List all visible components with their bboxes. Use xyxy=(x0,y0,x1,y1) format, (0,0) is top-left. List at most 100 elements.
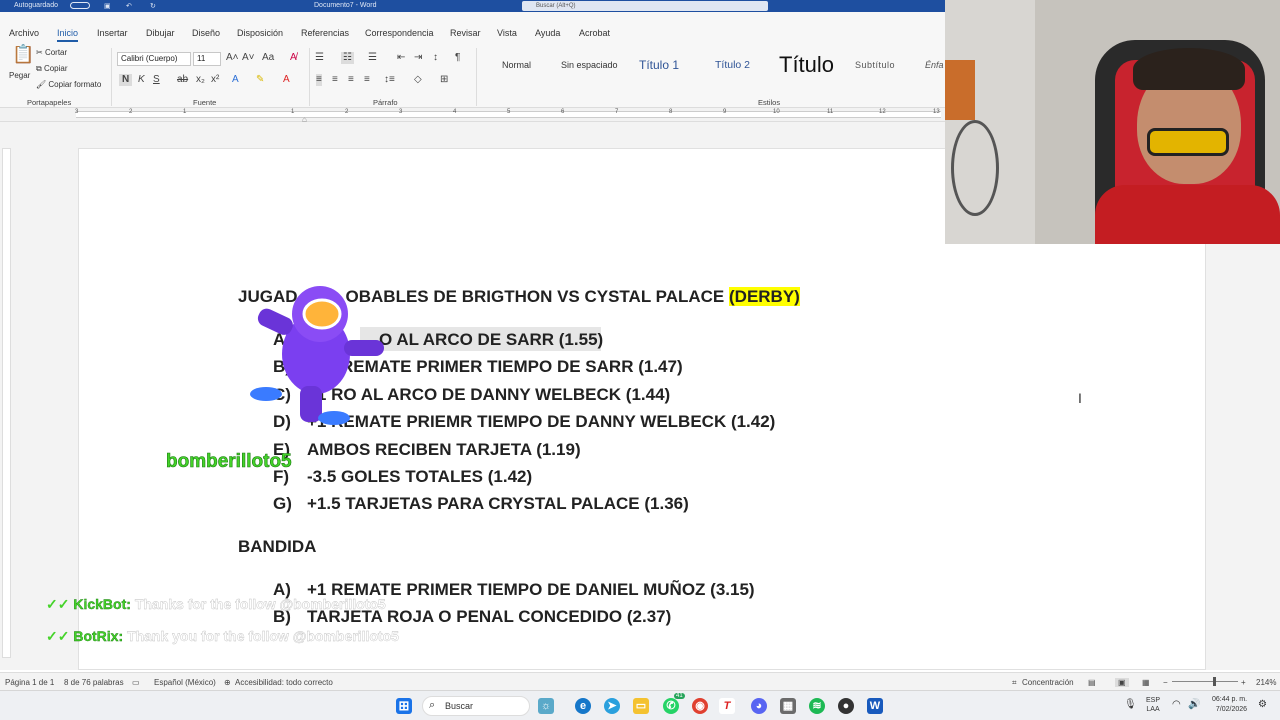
taskbar-search-input[interactable]: ⌕ Buscar xyxy=(422,696,530,716)
discord-icon[interactable]: ◕ xyxy=(751,698,767,714)
obs-icon[interactable]: ● xyxy=(838,698,854,714)
font-color-icon[interactable]: A xyxy=(283,74,290,86)
highlight-icon[interactable]: ✎ xyxy=(256,74,264,86)
paste-button[interactable]: Pegar xyxy=(9,71,30,80)
save-icon[interactable]: ▣ xyxy=(104,2,111,10)
calculator-icon[interactable]: ▦ xyxy=(780,698,796,714)
tab-referencias[interactable]: Referencias xyxy=(301,28,349,38)
tab-correspondencia[interactable]: Correspondencia xyxy=(365,28,434,38)
paste-icon[interactable]: 📋 xyxy=(12,45,34,63)
text-effects-icon[interactable]: A xyxy=(232,74,239,86)
tab-vista[interactable]: Vista xyxy=(497,28,517,38)
whatsapp-icon[interactable]: ✆ xyxy=(663,698,679,714)
bullets-icon[interactable]: ☰ xyxy=(315,52,324,64)
align-right-icon[interactable]: ≡ xyxy=(348,74,354,86)
subscript-icon[interactable]: x₂ xyxy=(196,74,205,86)
align-center-icon[interactable]: ≡ xyxy=(332,74,338,86)
format-painter-button[interactable]: 🖌 Copiar formato xyxy=(36,80,101,89)
chrome-icon[interactable]: ◉ xyxy=(692,698,708,714)
proofing-icon[interactable]: ▭ xyxy=(132,678,140,687)
focus-mode-button[interactable]: Concentración xyxy=(1022,678,1074,687)
font-size-select[interactable]: 11 xyxy=(193,52,221,66)
windows-start-icon[interactable]: ⊞ xyxy=(396,698,412,714)
tab-insertar[interactable]: Insertar xyxy=(97,28,128,38)
tab-revisar[interactable]: Revisar xyxy=(450,28,481,38)
line-spacing-icon[interactable]: ↕≡ xyxy=(384,74,395,86)
style-sin-espaciado[interactable]: Sin espaciado xyxy=(561,60,618,70)
multilevel-list-icon[interactable]: ☰ xyxy=(368,52,377,64)
style-titulo-1[interactable]: Título 1 xyxy=(639,58,679,72)
spotify-icon[interactable]: ≋ xyxy=(809,698,825,714)
tab-acrobat[interactable]: Acrobat xyxy=(579,28,610,38)
tab-ayuda[interactable]: Ayuda xyxy=(535,28,560,38)
typora-icon[interactable]: T xyxy=(719,698,735,714)
superscript-icon[interactable]: x² xyxy=(211,74,219,86)
web-layout-icon[interactable]: ▦ xyxy=(1142,678,1150,687)
change-case-icon[interactable]: Aa xyxy=(262,52,274,64)
zoom-in-icon[interactable]: + xyxy=(1241,678,1246,687)
word-count[interactable]: 8 de 76 palabras xyxy=(64,678,124,687)
edge-icon[interactable]: e xyxy=(575,698,591,714)
volume-icon[interactable]: 🔊 xyxy=(1188,699,1200,710)
section-heading[interactable]: BANDIDA xyxy=(238,537,316,557)
ruler-number: 13 xyxy=(933,109,940,115)
vertical-ruler[interactable] xyxy=(2,148,11,658)
italic-icon[interactable]: K xyxy=(138,74,145,86)
language-status[interactable]: Español (México) xyxy=(154,678,216,687)
numbering-icon[interactable]: ☷ xyxy=(341,52,354,64)
telegram-icon[interactable]: ➤ xyxy=(604,698,620,714)
justify-icon[interactable]: ≡ xyxy=(364,74,370,86)
style-subtitulo[interactable]: Subtítulo xyxy=(855,60,895,70)
tab-dibujar[interactable]: Dibujar xyxy=(146,28,175,38)
word-icon[interactable]: W xyxy=(867,698,883,714)
style-titulo[interactable]: Título xyxy=(779,52,834,78)
fan-icon xyxy=(951,120,999,216)
shading-icon[interactable]: ◇ xyxy=(414,74,422,86)
wifi-icon[interactable]: ◠ xyxy=(1172,699,1181,710)
autosave-label: Autoguardado xyxy=(14,2,58,9)
increase-indent-icon[interactable]: ⇥ xyxy=(414,52,422,64)
tab-inicio[interactable]: Inicio xyxy=(57,28,79,42)
brush-icon: 🖌 xyxy=(36,80,49,89)
cut-button[interactable]: ✂ Cortar xyxy=(36,48,67,57)
zoom-slider-thumb[interactable] xyxy=(1213,677,1216,686)
notification-icon[interactable]: ⚙ xyxy=(1258,699,1267,710)
read-mode-icon[interactable]: ▤ xyxy=(1088,678,1096,687)
widgets-icon[interactable]: ☼ xyxy=(538,698,554,714)
list-item[interactable]: G) +1.5 TARJETAS PARA CRYSTAL PALACE (1.3… xyxy=(273,494,689,514)
style-normal[interactable]: Normal xyxy=(502,60,531,70)
tab-diseno[interactable]: Diseño xyxy=(192,28,220,38)
decrease-indent-icon[interactable]: ⇤ xyxy=(397,52,405,64)
page-count[interactable]: Página 1 de 1 xyxy=(5,678,54,687)
language-indicator[interactable]: ESP LAA xyxy=(1146,696,1160,714)
strikethrough-icon[interactable]: ab xyxy=(177,74,188,86)
title-search-input[interactable]: Buscar (Alt+Q) xyxy=(522,1,768,11)
grow-font-icon[interactable]: A˄ xyxy=(226,52,239,64)
zoom-slider[interactable] xyxy=(1172,681,1238,682)
redo-icon[interactable]: ↻ xyxy=(150,2,156,10)
accessibility-status[interactable]: Accesibilidad: todo correcto xyxy=(235,678,333,687)
microphone-icon[interactable]: 🎙 xyxy=(1124,699,1137,710)
bold-icon[interactable]: N xyxy=(119,74,133,86)
clear-format-icon[interactable]: A̸ xyxy=(290,52,297,64)
font-name-select[interactable]: Calibri (Cuerpo) xyxy=(117,52,191,66)
shrink-font-icon[interactable]: A˅ xyxy=(242,52,255,64)
style-titulo-2[interactable]: Título 2 xyxy=(715,59,750,71)
clock[interactable]: 06:44 p. m. 7/02/2026 xyxy=(1212,695,1247,715)
ruler-number: 8 xyxy=(669,109,673,115)
copy-button[interactable]: ⧉ Copiar xyxy=(36,64,68,74)
underline-icon[interactable]: S xyxy=(153,74,160,86)
align-left-icon[interactable]: ≡ xyxy=(316,74,322,86)
borders-icon[interactable]: ⊞ xyxy=(440,74,448,86)
zoom-out-icon[interactable]: − xyxy=(1163,678,1168,687)
autosave-toggle[interactable] xyxy=(70,2,90,9)
undo-icon[interactable]: ↶ xyxy=(126,2,132,10)
zoom-level[interactable]: 214% xyxy=(1256,678,1276,687)
style-enfasis[interactable]: Énfa xyxy=(925,60,944,70)
tab-disposicion[interactable]: Disposición xyxy=(237,28,283,38)
pilcrow-icon[interactable]: ¶ xyxy=(455,52,460,64)
file-explorer-icon[interactable]: ▭ xyxy=(633,698,649,714)
tab-archivo[interactable]: Archivo xyxy=(9,28,39,38)
sort-icon[interactable]: ↕ xyxy=(433,52,438,64)
print-layout-icon[interactable]: ▣ xyxy=(1115,678,1129,687)
